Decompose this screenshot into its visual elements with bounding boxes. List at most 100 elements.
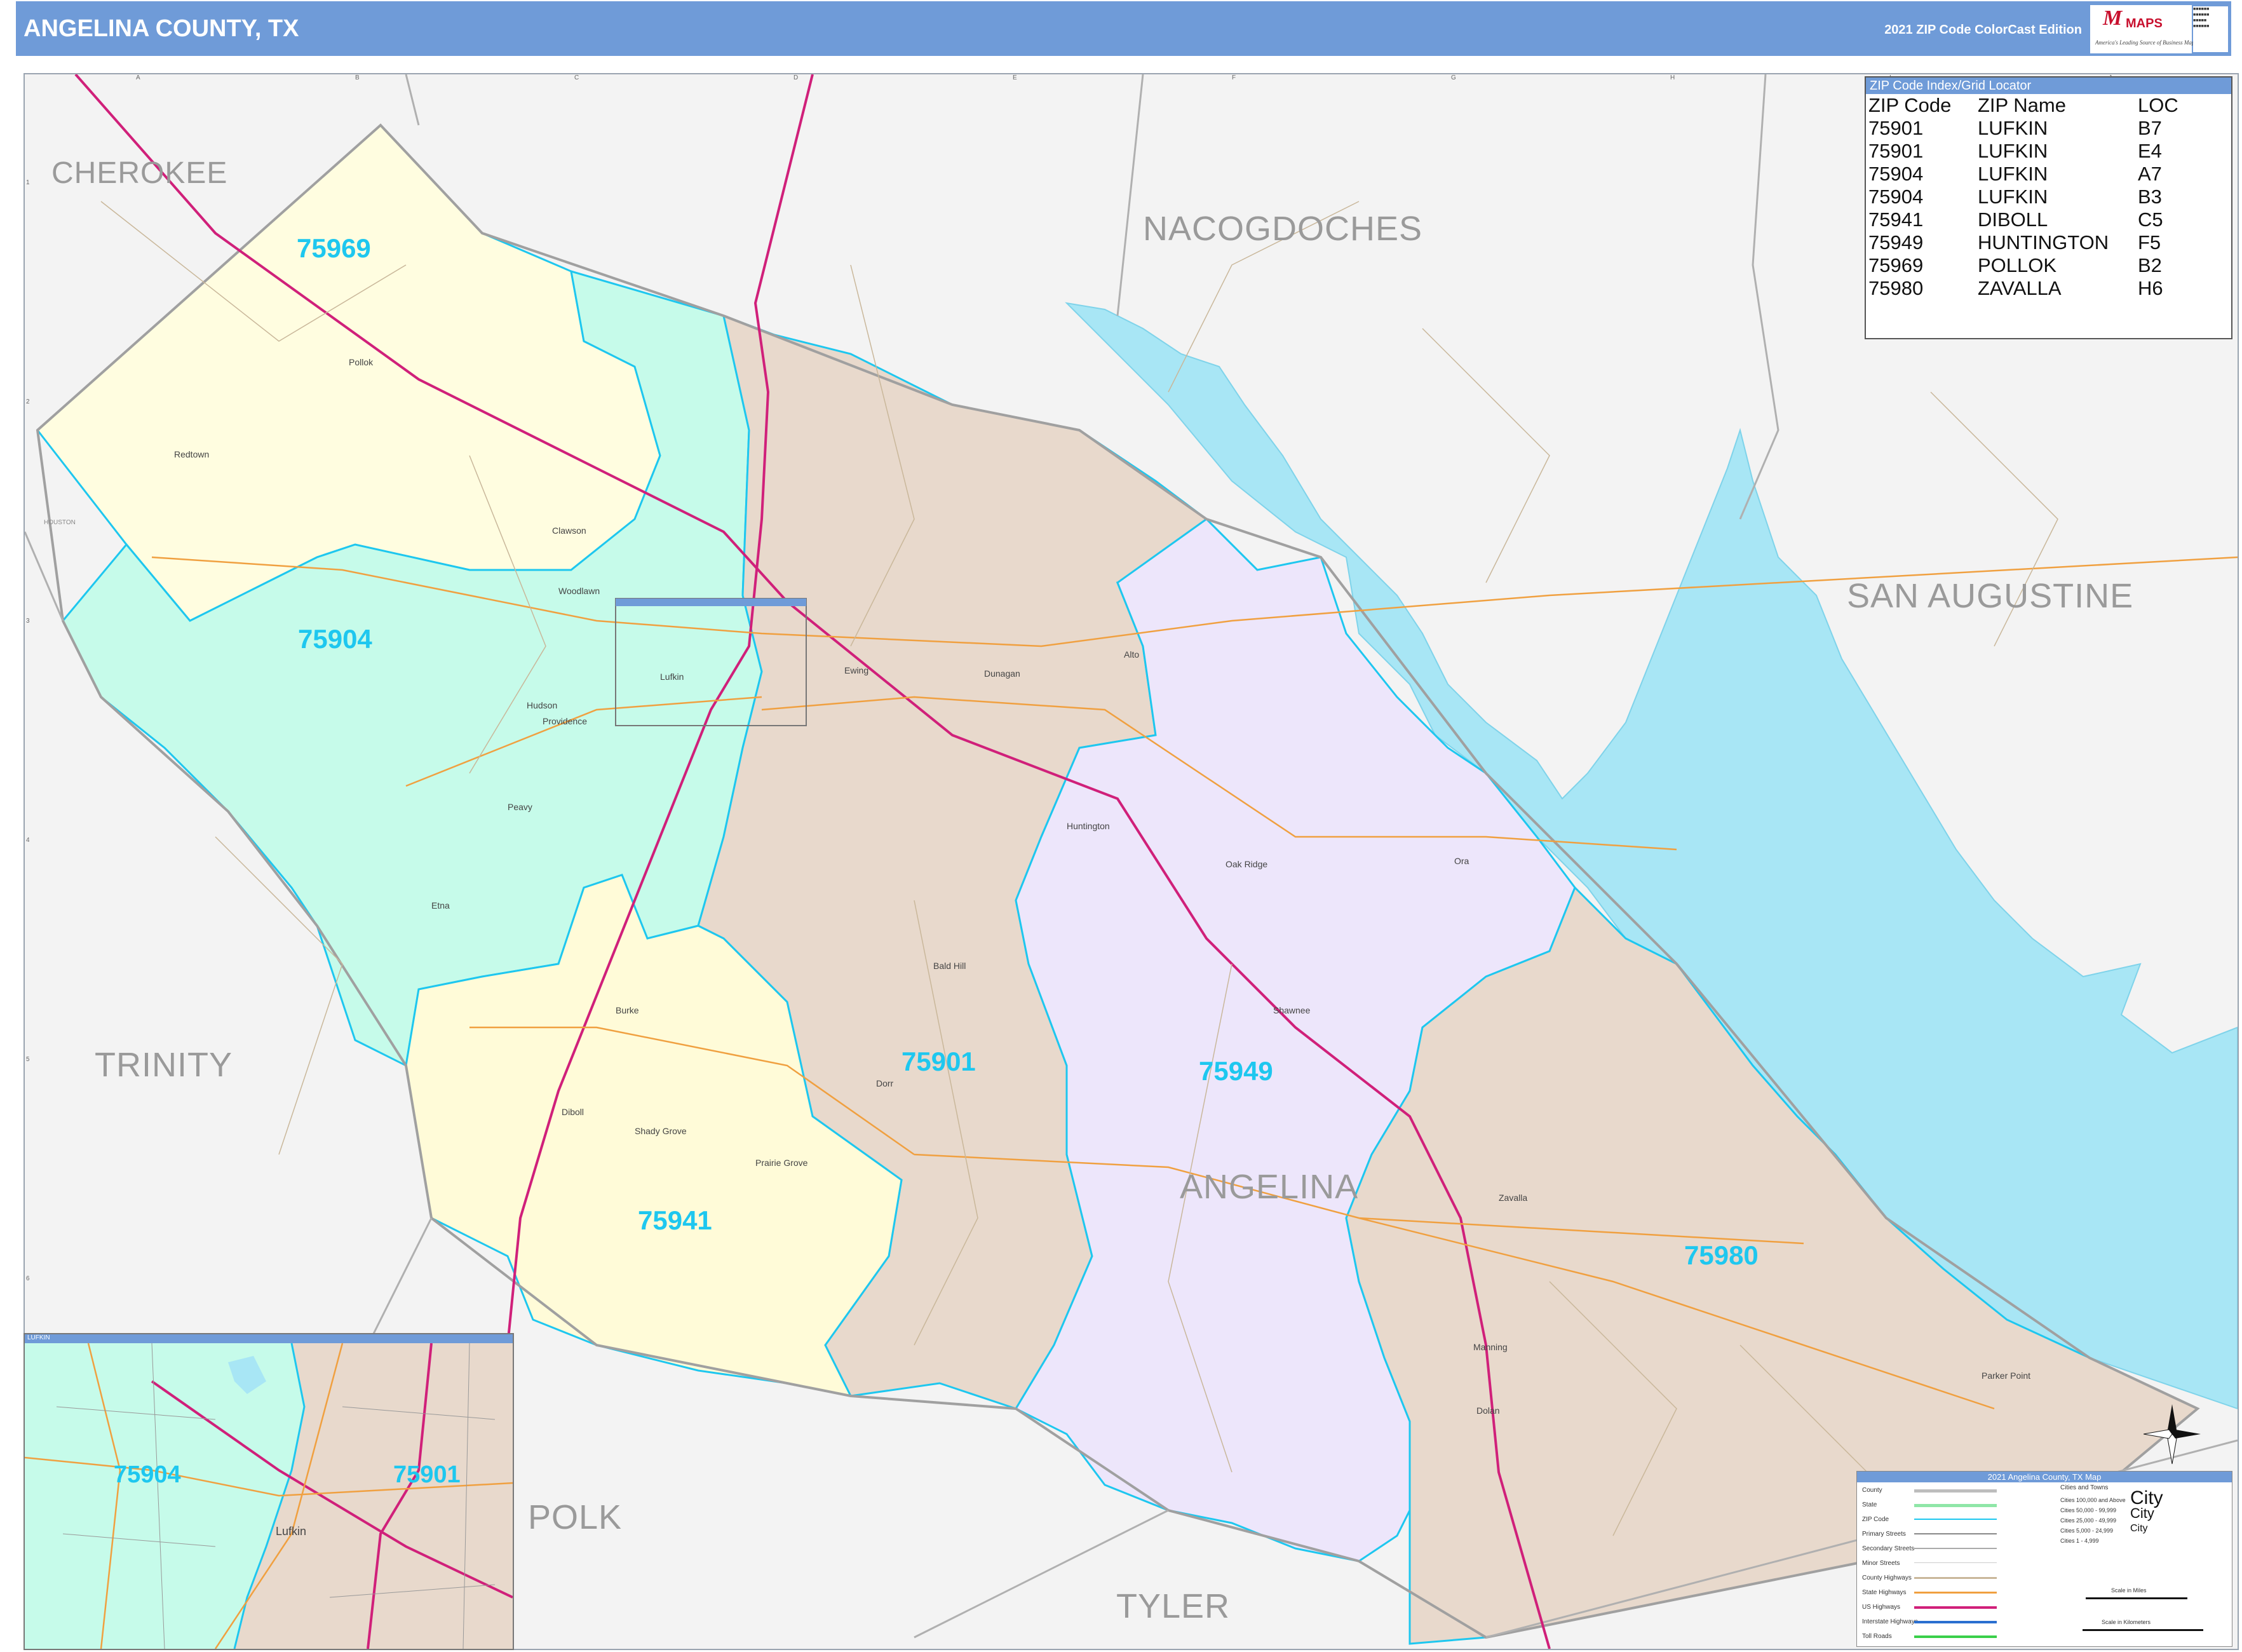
zip-index-row: 75980 ZAVALLA H6: [1868, 277, 2178, 300]
logo-brand: MAPS: [2126, 17, 2163, 30]
city-label: Huntington: [1067, 821, 1110, 831]
zip-index-cell: B3: [2138, 186, 2162, 208]
scale-bar-miles: [2086, 1597, 2187, 1599]
county-label-trinity: TRINITY: [95, 1046, 233, 1084]
inset-canvas: [25, 1343, 513, 1649]
city-label: Bald Hill: [933, 961, 966, 971]
zip-index-cell: B2: [2138, 254, 2162, 276]
edition-label: 2021 ZIP Code ColorCast Edition: [1884, 23, 2082, 37]
zip-index-cell: C5: [2138, 208, 2163, 231]
legend-swatch-us-hwy: [1914, 1606, 1997, 1609]
map-title: ANGELINA COUNTY, TX: [24, 15, 299, 42]
city-label: Prairie Grove: [755, 1158, 808, 1168]
legend-item: Interstate Highways: [1862, 1618, 1918, 1625]
city-label: Ewing: [844, 665, 869, 675]
legend-swatch-zip: [1914, 1519, 1997, 1520]
legend-swatch-toll: [1914, 1635, 1997, 1638]
legend-scale-miles: Scale in Miles: [2111, 1587, 2147, 1594]
legend-cities-title: Cities and Towns: [2060, 1484, 2109, 1491]
city-label: Diboll: [562, 1107, 584, 1117]
zip-index-cell: 75904: [1868, 186, 1924, 208]
zip-label-75901: 75901: [902, 1046, 976, 1076]
county-label-nacogdoches: NACOGDOCHES: [1143, 210, 1423, 248]
legend-item: State Highways: [1862, 1589, 1907, 1596]
city-label: Woodlawn: [558, 586, 600, 596]
zip-index-header: ZIP Name: [1978, 94, 2066, 116]
county-label-san-augustine: SAN AUGUSTINE: [1847, 577, 2134, 615]
zip-index-cell: F5: [2138, 231, 2161, 254]
zip-index-cell: 75941: [1868, 208, 1924, 231]
legend-title: 2021 Angelina County, TX Map: [1857, 1472, 2232, 1482]
city-label: Etna: [431, 900, 450, 911]
city-label: Shawnee: [1273, 1005, 1311, 1015]
city-label: Zavalla: [1499, 1193, 1528, 1203]
zip-index-row: 75969 POLLOK B2: [1868, 254, 2178, 277]
zip-label-75969: 75969: [297, 233, 371, 263]
inset-city-label: Lufkin: [276, 1525, 307, 1538]
zip-index-cell: 75901: [1868, 140, 1924, 162]
zip-index-cell: LUFKIN: [1978, 163, 2048, 185]
zip-index-cell: 75980: [1868, 277, 1924, 299]
zip-index-cell: ZAVALLA: [1978, 277, 2062, 299]
legend-item: County Highways: [1862, 1574, 1912, 1581]
zip-label-75949: 75949: [1199, 1056, 1273, 1086]
legend-scale-km: Scale in Kilometers: [2102, 1619, 2151, 1625]
legend-item: ZIP Code: [1862, 1516, 1889, 1523]
contact-box: ■■■■■■ ■■■■■■ ■■■■■ ■■■■■■: [2193, 6, 2228, 52]
legend-swatch-state-hwy: [1914, 1592, 1997, 1594]
logo-emblem-icon: M: [2103, 6, 2123, 30]
legend-item: Toll Roads: [1862, 1633, 1892, 1640]
legend-swatch-county: [1914, 1489, 1997, 1493]
city-label: Manning: [1473, 1342, 1508, 1352]
city-label: Redtown: [174, 449, 210, 459]
map-header: ANGELINA COUNTY, TX 2021 ZIP Code ColorC…: [16, 1, 2231, 56]
zip-index-row: 75949 HUNTINGTON F5: [1868, 231, 2178, 254]
city-label: Peavy: [508, 802, 532, 812]
legend-swatch-minor: [1914, 1562, 1997, 1563]
legend-city-class: Cities 50,000 - 99,999: [2060, 1507, 2117, 1513]
city-label: Parker Point: [1982, 1371, 2031, 1381]
logo-tagline: America's Leading Source of Business Map…: [2095, 39, 2197, 46]
inset-zip-label-75901: 75901: [393, 1461, 461, 1488]
zip-index-cell: DIBOLL: [1978, 208, 2048, 231]
inset-title: LUFKIN: [27, 1334, 50, 1341]
legend-swatch-state: [1914, 1504, 1997, 1507]
legend-city-class: Cities 25,000 - 49,999: [2060, 1517, 2117, 1524]
county-label-polk: POLK: [528, 1498, 623, 1536]
legend-item: Secondary Streets: [1862, 1545, 1915, 1552]
city-label: Providence: [543, 716, 588, 726]
north-arrow-icon: [2144, 1404, 2201, 1465]
map-legend: 2021 Angelina County, TX Map County Stat…: [1856, 1471, 2232, 1647]
zip-label-75904: 75904: [298, 624, 372, 654]
city-label: Dolan: [1476, 1405, 1500, 1416]
zip-index-row: 75904 LUFKIN A7: [1868, 163, 2178, 186]
legend-swatch-primary: [1914, 1533, 1997, 1534]
city-label: Lufkin: [660, 672, 684, 682]
county-label-angelina: ANGELINA: [1180, 1168, 1359, 1206]
county-label-houston: HOUSTON: [44, 519, 76, 526]
zip-index-row: 75901 LUFKIN E4: [1868, 140, 2178, 163]
city-label: Hudson: [527, 700, 558, 710]
zip-code-index: ZIP Code Index/Grid Locator ZIP Code ZIP…: [1865, 76, 2232, 339]
city-label: Shady Grove: [635, 1126, 687, 1136]
legend-city-class: Cities 1 - 4,999: [2060, 1538, 2099, 1544]
legend-city-sample-small: City: [2130, 1523, 2148, 1534]
city-label: Pollok: [349, 357, 374, 367]
legend-swatch-county-hwy: [1914, 1577, 1997, 1579]
zip-index-table: ZIP Code ZIP Name LOC 75901 LUFKIN B7 7590…: [1868, 94, 2178, 300]
zip-index-row: 75941 DIBOLL C5: [1868, 208, 2178, 231]
legend-swatch-secondary: [1914, 1548, 1997, 1549]
zip-index-cell: E4: [2138, 140, 2162, 162]
zip-index-cell: POLLOK: [1978, 254, 2057, 276]
zip-index-cell: 75901: [1868, 117, 1924, 139]
lufkin-inset-map[interactable]: LUFKIN 75904 75901 Lufkin: [24, 1333, 514, 1650]
zip-index-header: ZIP Code: [1868, 94, 1952, 116]
legend-item: Minor Streets: [1862, 1560, 1900, 1567]
scale-bar-km: [2083, 1629, 2203, 1631]
legend-city-class: Cities 100,000 and Above: [2060, 1497, 2126, 1503]
city-label: Burke: [616, 1005, 639, 1015]
legend-city-sample-large: City: [2130, 1487, 2163, 1508]
zip-label-75980: 75980: [1684, 1240, 1759, 1270]
market-maps-logo: M MAPS America's Leading Source of Busin…: [2090, 5, 2197, 53]
zip-index-cell: H6: [2138, 277, 2163, 299]
